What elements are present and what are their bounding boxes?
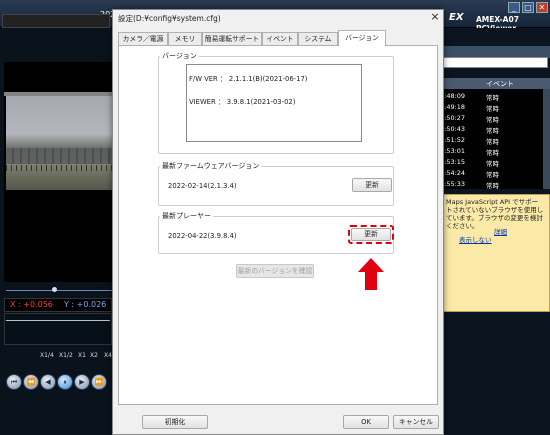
play-icon[interactable]: ▶ — [74, 374, 90, 390]
speed-label[interactable]: X1 — [78, 352, 86, 359]
speed-label[interactable]: X2 — [90, 352, 98, 359]
list-item[interactable]: 9:55:33 常時 — [438, 179, 546, 190]
firmware-update-button[interactable]: 更新 — [352, 178, 392, 192]
firmware-latest-value: 2022-02-14(2.1.3.4) — [168, 182, 237, 190]
g-sensor-graph — [4, 313, 112, 345]
ok-button[interactable]: OK — [343, 415, 389, 429]
reset-button[interactable]: 初期化 — [142, 415, 208, 429]
speed-label[interactable]: X1/2 — [59, 352, 73, 359]
check-latest-button[interactable]: 最新のバージョンを確認 — [236, 264, 314, 278]
speed-label[interactable]: X4 — [104, 352, 112, 359]
list-item[interactable]: 9:53:01 常時 — [438, 146, 546, 157]
coord-y: Y : +0.026 — [64, 300, 107, 309]
cancel-button[interactable]: キャンセル — [393, 415, 439, 429]
search-input[interactable] — [442, 57, 548, 68]
version-group-label: バージョン — [160, 51, 199, 61]
speed-label[interactable]: X1/4 — [40, 352, 54, 359]
map-detail-link[interactable]: 詳細 — [494, 226, 507, 236]
seek-bar[interactable] — [6, 290, 112, 291]
prev-file-icon[interactable]: ⏪ — [23, 374, 39, 390]
dialog-title: 設定(D:¥config¥system.cfg) — [118, 14, 221, 23]
camera-frame — [6, 96, 112, 190]
camera-railing — [6, 165, 112, 171]
callout-arrow-icon — [358, 258, 384, 290]
event-list-header: イベント — [438, 78, 550, 89]
list-item[interactable]: 9:51:52 常時 — [438, 135, 546, 146]
viewer-version: VIEWER ： 3.9.8.1(2021-03-02) — [189, 98, 296, 106]
list-item[interactable]: 9:50:27 常時 — [438, 113, 546, 124]
tab-event[interactable]: イベント — [262, 32, 298, 45]
coord-x: X : +0.056 — [10, 300, 53, 309]
next-file-icon[interactable]: ⏩ — [91, 374, 107, 390]
camera-building — [6, 148, 112, 164]
skip-start-icon[interactable]: ⏮ — [6, 374, 22, 390]
fw-version: F/W VER ： 2.1.1.1(B)(2021-06-17) — [189, 75, 308, 83]
speed-scale[interactable]: X1/4 X1/2 X1 X2 X4 — [30, 352, 112, 366]
highlight-frame — [348, 225, 394, 244]
toolbar-strip — [2, 14, 110, 28]
list-item[interactable]: 9:49:18 常時 — [438, 102, 546, 113]
tab-system[interactable]: システム — [298, 32, 338, 45]
maximize-button[interactable]: □ — [522, 2, 534, 13]
firmware-group-label: 最新ファームウェアバージョン — [160, 161, 262, 171]
player-latest-value: 2022-04-22(3.9.8.4) — [168, 232, 237, 240]
pause-icon[interactable]: ⏸ — [57, 374, 73, 390]
tab-driving-support[interactable]: 簡易運転サポート — [202, 32, 262, 45]
list-item[interactable]: 9:50:43 常時 — [438, 124, 546, 135]
close-app-button[interactable]: ✕ — [536, 2, 548, 13]
player-group-label: 最新プレーヤー — [160, 211, 213, 221]
minimize-button[interactable]: _ — [508, 2, 520, 13]
map-hide-link[interactable]: 表示しない — [459, 234, 492, 244]
tab-version[interactable]: バージョン — [338, 30, 386, 46]
app-logo: EX — [449, 12, 464, 23]
reverse-play-icon[interactable]: ◀ — [40, 374, 56, 390]
tab-memory[interactable]: メモリ — [168, 32, 202, 45]
list-item[interactable]: 9:53:15 常時 — [438, 157, 546, 168]
seek-handle[interactable] — [52, 287, 57, 292]
graph-line — [6, 320, 110, 321]
event-column-header[interactable]: イベント — [486, 79, 514, 89]
tab-camera-power[interactable]: カメラ／電源 — [118, 32, 168, 45]
close-icon[interactable]: × — [429, 11, 441, 23]
list-item[interactable]: 9:48:09 常時 — [438, 91, 546, 102]
list-item[interactable]: 9:54:24 常時 — [438, 168, 546, 179]
